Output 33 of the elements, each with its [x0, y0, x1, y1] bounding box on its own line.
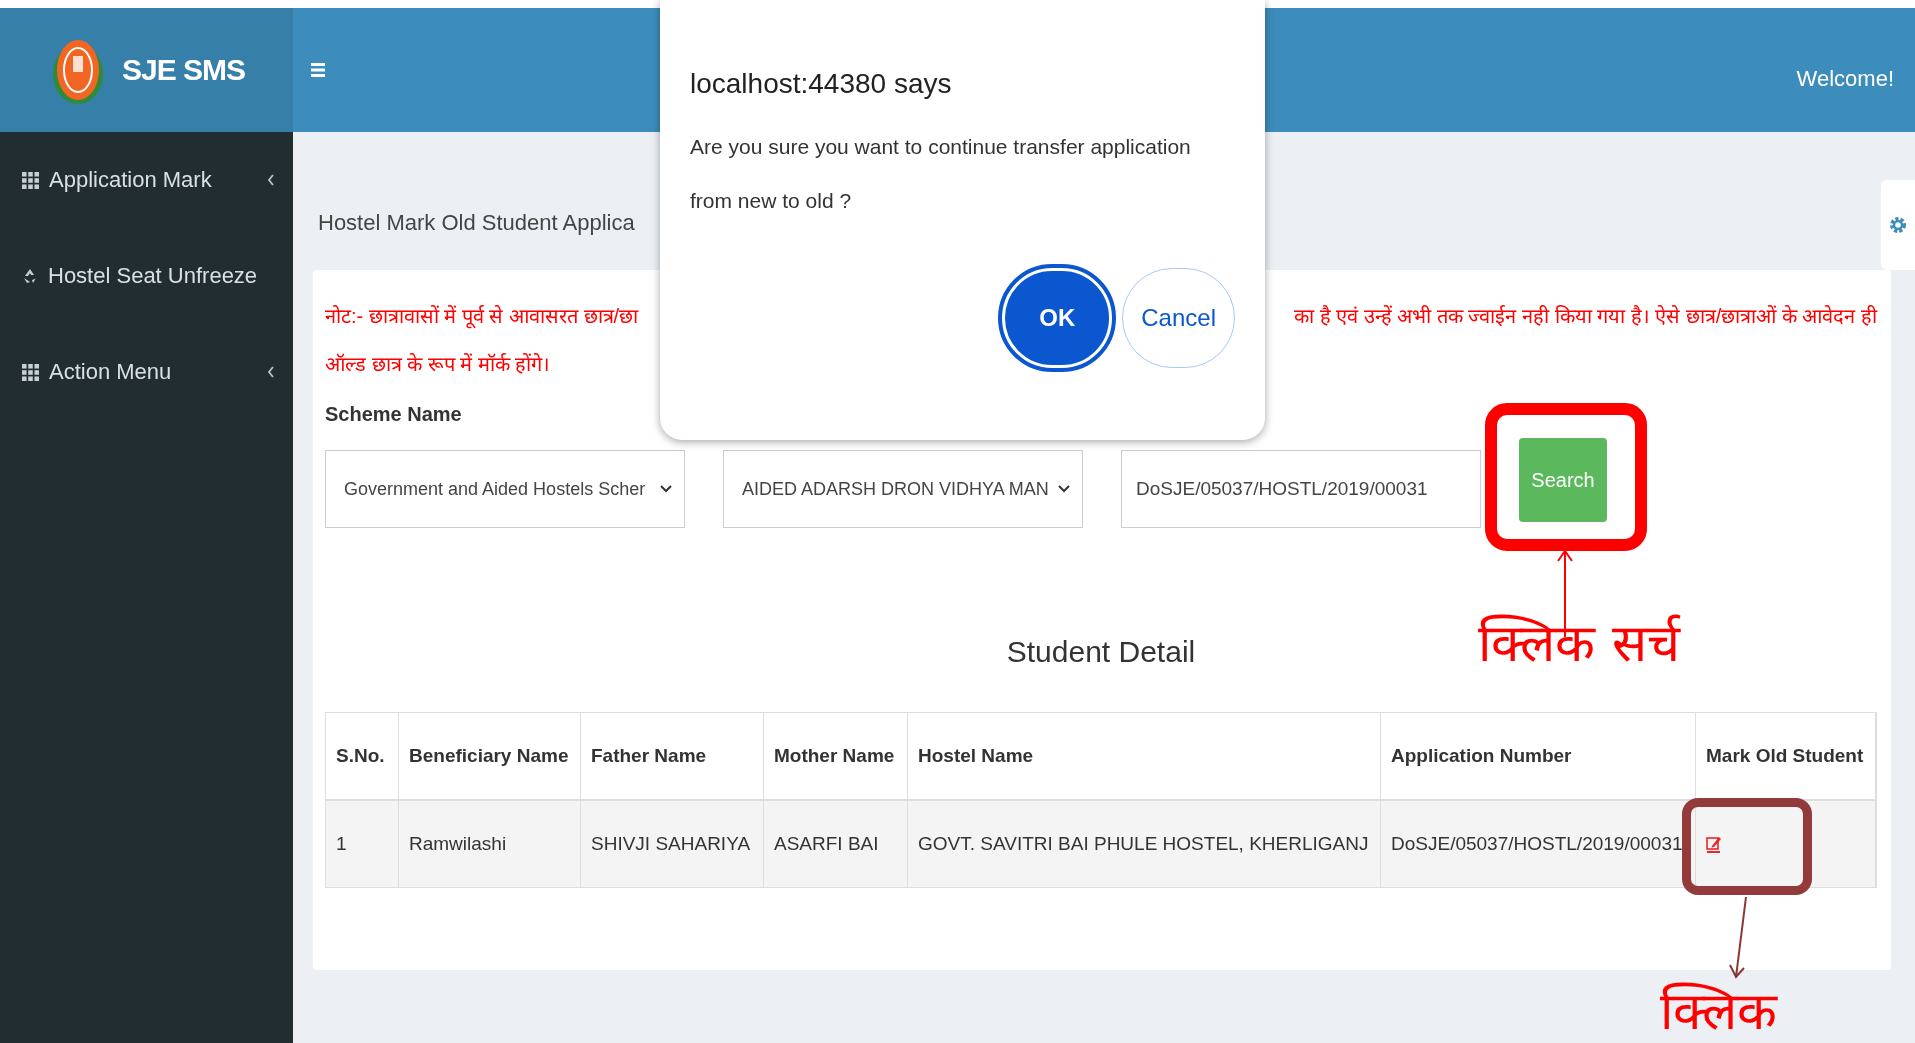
- note-text: ऑल्ड छात्र के रूप में मॉर्क होंगे।: [325, 352, 552, 377]
- dialog-message: Are you sure you want to continue transfer application from new to old ?: [690, 134, 1192, 214]
- table-cell: Ramwilashi: [399, 801, 581, 887]
- table-cell: ASARFI BAI: [764, 801, 908, 887]
- table-cell: DoSJE/05037/HOSTL/2019/00031: [1381, 801, 1696, 887]
- menu-icon[interactable]: [311, 62, 325, 78]
- section-title: Student Detail: [1006, 635, 1196, 669]
- grid-icon: [22, 363, 39, 381]
- table-cell: SHIVJI SAHARIYA: [581, 801, 764, 887]
- sidebar-item[interactable]: Hostel Seat Unfreeze: [0, 248, 293, 304]
- annotation-text: क्लिक: [1660, 980, 1777, 1043]
- table-cell: GOVT. SAVITRI BAI PHULE HOSTEL, KHERLIGANJ: [908, 801, 1381, 887]
- dialog-title: localhost:44380 says: [690, 68, 953, 100]
- application-number-field[interactable]: DoSJE/05037/HOSTL/2019/00031: [1121, 450, 1481, 528]
- chevron-down-icon: [660, 485, 672, 493]
- annotation-text: क्लिक सर्च: [1478, 612, 1680, 675]
- dropdown[interactable]: AIDED ADARSH DRON VIDHYA MAN: [723, 450, 1083, 528]
- settings-tab[interactable]: [1881, 180, 1915, 270]
- grid-icon: [22, 171, 39, 189]
- edit-icon[interactable]: [1706, 834, 1722, 854]
- brand-name: SJE SMS: [121, 53, 246, 87]
- dialog-button[interactable]: Cancel: [1122, 268, 1235, 368]
- note-text: नोट:- छात्रावासों में पूर्व से आवासरत छात्र/छा: [325, 304, 639, 331]
- sidebar-item[interactable]: Application Mark: [0, 152, 293, 208]
- chevron-down-icon: [1058, 485, 1070, 493]
- note-text: का है एवं उन्हें अभी तक ज्वाईन नही किया गया है। ऐसे छात्र/छात्राओं के आवेदन ही: [1294, 304, 1877, 329]
- welcome-text: Welcome!: [1796, 66, 1894, 92]
- field-label: Scheme Name: [325, 403, 463, 426]
- settings-icon: [1888, 215, 1908, 235]
- sidebar-item[interactable]: Action Menu: [0, 344, 293, 400]
- table-cell: 1: [326, 801, 399, 887]
- dropdown[interactable]: Government and Aided Hostels Scher: [325, 450, 685, 528]
- page-title: Hostel Mark Old Student Applica: [318, 210, 636, 236]
